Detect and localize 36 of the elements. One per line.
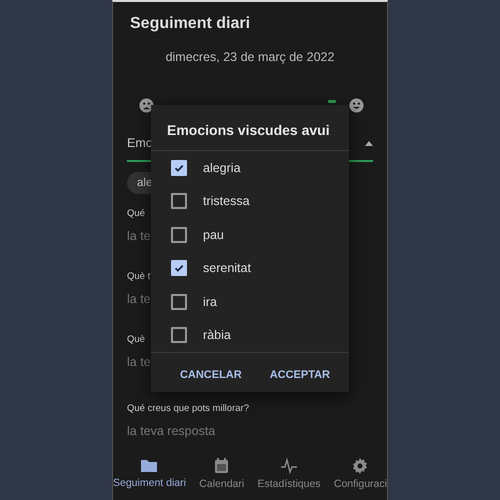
option-label: ira	[203, 294, 217, 309]
answer-field[interactable]: la te	[127, 355, 151, 369]
checkbox[interactable]	[171, 160, 187, 176]
checkbox[interactable]	[171, 226, 187, 243]
screen-title: Seguiment diari	[129, 14, 252, 33]
checkbox[interactable]	[171, 260, 187, 276]
option-label: ràbia	[203, 328, 231, 342]
question-label: Qué creus que pots millorar?	[127, 403, 249, 414]
slider-thumb[interactable]	[328, 100, 336, 103]
nav-tab[interactable]: Calendari	[199, 458, 244, 490]
nav-tab[interactable]: Seguiment diari	[113, 458, 186, 490]
date-label: dimecres, 23 de març de 2022	[164, 50, 336, 64]
answer-field[interactable]: la te	[127, 292, 151, 306]
option-label: alegria	[203, 160, 241, 175]
answer-field[interactable]: la te	[127, 229, 151, 243]
settings-icon	[352, 458, 368, 474]
checkbox[interactable]	[171, 193, 187, 210]
option-label: tristessa	[203, 194, 250, 208]
answer-field[interactable]: la teva resposta	[127, 424, 216, 438]
nav-tab[interactable]: Estadístiques	[258, 458, 321, 490]
question-label: Qué	[127, 208, 145, 219]
folder-icon	[140, 458, 158, 473]
dialog-title: Emocions viscudes avui	[151, 105, 349, 151]
checkbox[interactable]	[171, 294, 187, 310]
nav-tab[interactable]: Configuraci	[334, 458, 387, 490]
option-label: serenitat	[203, 261, 251, 276]
option-label: pau	[203, 228, 224, 242]
checkbox[interactable]	[171, 327, 187, 344]
happy-face-icon[interactable]	[349, 98, 364, 113]
accept-button[interactable]: ACCEPTAR	[260, 365, 339, 385]
question-label: Què	[127, 334, 145, 345]
calendar-icon	[214, 458, 230, 474]
cancel-button[interactable]: CANCELAR	[170, 365, 251, 385]
check-icon	[173, 262, 185, 274]
pulse-icon	[280, 458, 298, 474]
caret-icon	[365, 140, 373, 146]
